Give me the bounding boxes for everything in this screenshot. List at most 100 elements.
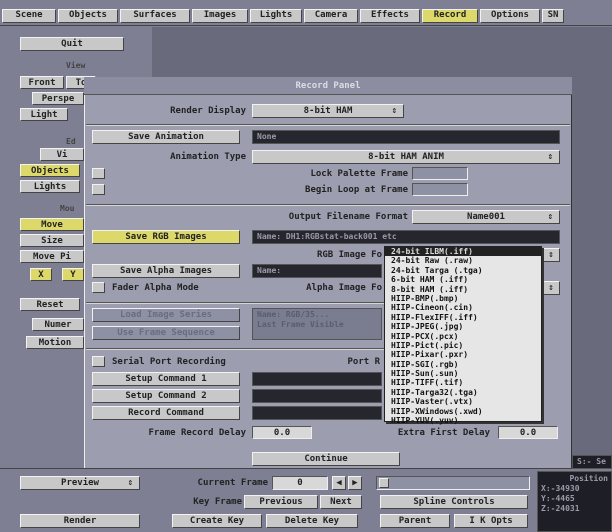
save-alpha-button[interactable]: Save Alpha Images [92, 264, 240, 278]
numeric-button[interactable]: Numer [32, 318, 84, 331]
spline-controls-button[interactable]: Spline Controls [380, 495, 528, 509]
save-animation-button[interactable]: Save Animation [92, 130, 240, 144]
rgb-format-option[interactable]: 24-bit Raw (.raw) [385, 256, 541, 265]
continue-button[interactable]: Continue [252, 452, 400, 466]
load-image-series-button[interactable]: Load Image Series [92, 308, 240, 322]
rgb-format-option[interactable]: HIIP-BMP(.bmp) [385, 294, 541, 303]
begin-loop-label: Begin Loop at Frame [305, 185, 408, 195]
rgb-format-option[interactable]: 24-bit Targa (.tga) [385, 266, 541, 275]
perspective-view-button[interactable]: Perspe [32, 92, 84, 105]
rgb-filename-field[interactable]: Name: DH1:RGBstat-back001 etc [252, 230, 560, 244]
alpha-filename-field[interactable]: Name: [252, 264, 382, 278]
render-button[interactable]: Render [20, 514, 140, 528]
previous-key-button[interactable]: Previous [244, 495, 318, 509]
tab-effects[interactable]: Effects [360, 9, 420, 23]
motion-button[interactable]: Motion [26, 336, 84, 349]
output-format-label: Output Filename Format [288, 212, 408, 222]
next-key-button[interactable]: Next [320, 495, 362, 509]
tab-lights[interactable]: Lights [250, 9, 302, 23]
move-pivot-button[interactable]: Move Pi [20, 250, 84, 263]
scale-readout: S:- Se [572, 455, 612, 469]
size-button[interactable]: Size [20, 234, 84, 247]
save-rgb-button[interactable]: Save RGB Images [92, 230, 240, 244]
key-frame-label: Key Frame [193, 497, 242, 507]
view-header: View [66, 61, 86, 70]
tab-sn[interactable]: SN [542, 9, 564, 23]
setup-command-1-button[interactable]: Setup Command 1 [92, 372, 240, 386]
rgb-format-option[interactable]: HIIP-JPEG(.jpg) [385, 322, 541, 331]
render-display-select[interactable]: 8-bit HAM ⇕ [252, 104, 404, 118]
divider [86, 124, 570, 126]
tab-scene[interactable]: Scene [2, 9, 56, 23]
delete-key-button[interactable]: Delete Key [266, 514, 358, 528]
animation-type-select[interactable]: 8-bit HAM ANIM ⇕ [252, 150, 560, 164]
setup-command-1-field[interactable] [252, 372, 382, 386]
extra-first-delay-field[interactable]: 0.0 [498, 426, 558, 439]
rgb-format-option[interactable]: HIIP-Pict(.pic) [385, 341, 541, 350]
rgb-format-dropdown[interactable]: 24-bit ILBM(.iff) 24-bit Raw (.raw) 24-bit… [384, 246, 542, 425]
slider-knob[interactable] [379, 478, 389, 488]
rgb-format-option[interactable]: HIIP-PCX(.pcx) [385, 332, 541, 341]
fader-alpha-checkbox[interactable] [92, 282, 105, 293]
ik-options-button[interactable]: I K Opts [454, 514, 528, 528]
frame-up-button[interactable]: ▶ [348, 476, 362, 490]
quit-button[interactable]: Quit [20, 37, 124, 51]
rgb-format-option[interactable]: HIIP-Sun(.sun) [385, 369, 541, 378]
rgb-format-option[interactable]: HIIP-FlexIFF(.iff) [385, 313, 541, 322]
lights-button[interactable]: Lights [20, 180, 80, 193]
position-y: Y:-4465 [541, 494, 575, 503]
lock-palette-field[interactable] [412, 167, 468, 180]
tab-camera[interactable]: Camera [304, 9, 358, 23]
rgb-format-option[interactable]: 24-bit ILBM(.iff) [385, 247, 541, 257]
setup-command-2-button[interactable]: Setup Command 2 [92, 389, 240, 403]
tab-record[interactable]: Record [422, 9, 478, 23]
rgb-format-option[interactable]: HIIP-SGI(.rgb) [385, 360, 541, 369]
preview-select[interactable]: Preview ⇕ [20, 476, 140, 490]
rgb-format-option[interactable]: HIIP-TIFF(.tif) [385, 378, 541, 387]
image-series-field: Name: RGB/35... Last Frame Visible [252, 308, 382, 340]
animation-filename-field[interactable]: None [252, 130, 560, 144]
record-command-field[interactable] [252, 406, 382, 420]
frame-record-delay-field[interactable]: 0.0 [252, 426, 312, 439]
y-axis-button[interactable]: Y [62, 268, 84, 281]
rgb-format-option[interactable]: HIIP-Vaster(.vtx) [385, 397, 541, 406]
reset-button[interactable]: Reset [20, 298, 80, 311]
tab-surfaces[interactable]: Surfaces [120, 9, 190, 23]
tab-objects[interactable]: Objects [58, 9, 118, 23]
cycle-icon: ⇕ [547, 152, 553, 162]
setup-command-2-field[interactable] [252, 389, 382, 403]
frame-slider[interactable] [376, 476, 530, 490]
front-view-button[interactable]: Front [20, 76, 64, 89]
rgb-format-option[interactable]: HIIP-Cineon(.cin) [385, 303, 541, 312]
view-button[interactable]: Vi [40, 148, 84, 161]
parent-button[interactable]: Parent [380, 514, 450, 528]
rgb-format-option[interactable]: HIIP-YUV(.yuv) [385, 416, 541, 425]
divider [86, 302, 384, 304]
use-frame-sequence-button[interactable]: Use Frame Sequence [92, 326, 240, 340]
light-view-button[interactable]: Light [20, 108, 68, 121]
frame-down-button[interactable]: ◀ [332, 476, 346, 490]
x-axis-button[interactable]: X [30, 268, 52, 281]
tab-images[interactable]: Images [192, 9, 248, 23]
tab-options[interactable]: Options [480, 9, 540, 23]
rgb-format-option[interactable]: 6-bit HAM (.iff) [385, 275, 541, 284]
serial-port-checkbox[interactable] [92, 356, 105, 367]
objects-button[interactable]: Objects [20, 164, 80, 177]
current-frame-field[interactable]: 0 [272, 476, 328, 490]
rgb-format-option[interactable]: HIIP-Targa32(.tga) [385, 388, 541, 397]
rgb-format-option[interactable]: HIIP-XWindows(.xwd) [385, 407, 541, 416]
begin-loop-field[interactable] [412, 183, 468, 196]
extra-first-delay-label: Extra First Delay [397, 428, 490, 438]
alpha-format-cycle-button[interactable]: ⇕ [542, 281, 560, 295]
record-command-button[interactable]: Record Command [92, 406, 240, 420]
output-format-select[interactable]: Name001 ⇕ [412, 210, 560, 224]
begin-loop-checkbox[interactable] [92, 184, 105, 195]
rgb-format-option[interactable]: HIIP-Pixar(.pxr) [385, 350, 541, 359]
move-button[interactable]: Move [20, 218, 84, 231]
render-display-label: Render Display [170, 106, 246, 116]
lock-palette-checkbox[interactable] [92, 168, 105, 179]
rgb-format-cycle-button[interactable]: ⇕ [542, 248, 560, 262]
create-key-button[interactable]: Create Key [172, 514, 262, 528]
rgb-format-option[interactable]: 8-bit HAM (.iff) [385, 285, 541, 294]
alpha-format-label: Alpha Image Fo [306, 283, 382, 293]
